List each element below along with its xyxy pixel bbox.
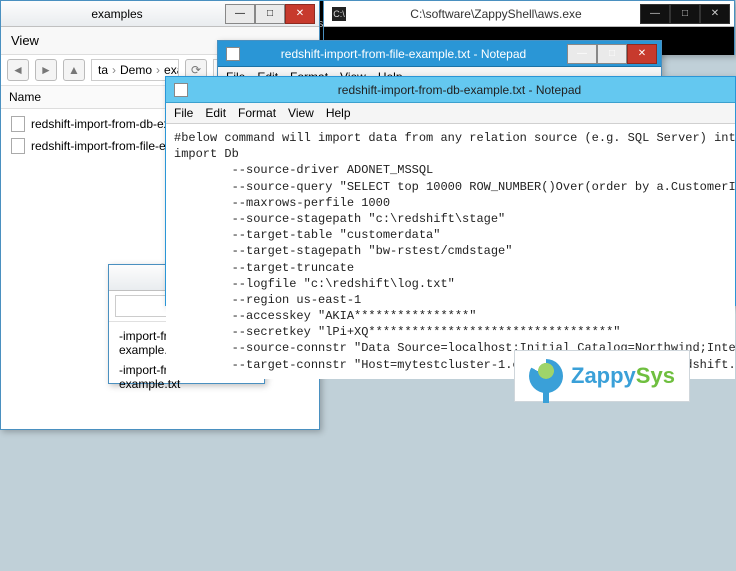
notepad-file-title: redshift-import-from-file-example.txt - … bbox=[240, 47, 567, 61]
notepad-icon bbox=[226, 47, 240, 61]
chevron-icon: › bbox=[112, 63, 116, 77]
explorer1-title: examples bbox=[9, 7, 225, 21]
chevron-icon: › bbox=[156, 63, 160, 77]
logo-text-sys: Sys bbox=[636, 363, 675, 388]
maximize-button[interactable]: □ bbox=[597, 44, 627, 64]
explorer1-titlebar[interactable]: examples — □ ✕ bbox=[1, 1, 319, 27]
minimize-button[interactable]: — bbox=[640, 4, 670, 24]
menu-file[interactable]: File bbox=[174, 106, 193, 120]
text-file-icon bbox=[11, 116, 25, 132]
close-button[interactable]: ✕ bbox=[627, 44, 657, 64]
menu-help[interactable]: Help bbox=[326, 106, 351, 120]
notepad-file-window: redshift-import-from-file-example.txt - … bbox=[217, 40, 662, 76]
aws-exe-title: C:\software\ZappyShell\aws.exe bbox=[352, 7, 640, 21]
nav-back-button[interactable]: ◄ bbox=[7, 59, 29, 81]
notepad-db-textarea[interactable]: #below command will import data from any… bbox=[166, 124, 735, 379]
breadcrumb-seg[interactable]: Demo bbox=[120, 63, 152, 77]
maximize-button[interactable]: □ bbox=[670, 4, 700, 24]
breadcrumb-seg[interactable]: examples bbox=[164, 63, 179, 77]
notepad-file-titlebar[interactable]: redshift-import-from-file-example.txt - … bbox=[218, 41, 661, 67]
notepad-db-menubar: File Edit Format View Help bbox=[166, 103, 735, 124]
notepad-icon bbox=[174, 83, 188, 97]
zappysys-logo-icon bbox=[529, 359, 563, 393]
logo-text-zappy: Zappy bbox=[571, 363, 636, 388]
menu-view[interactable]: View bbox=[288, 106, 314, 120]
minimize-button[interactable]: — bbox=[225, 4, 255, 24]
zappysys-logo-text: ZappySys bbox=[571, 363, 675, 389]
notepad-db-title: redshift-import-from-db-example.txt - No… bbox=[188, 83, 731, 97]
zappysys-logo: ZappySys bbox=[514, 350, 690, 402]
close-button[interactable]: ✕ bbox=[285, 4, 315, 24]
console-icon: C:\ bbox=[332, 7, 346, 21]
maximize-button[interactable]: □ bbox=[255, 4, 285, 24]
nav-up-button[interactable]: ▲ bbox=[63, 59, 85, 81]
nav-forward-button[interactable]: ► bbox=[35, 59, 57, 81]
close-button[interactable]: ✕ bbox=[700, 4, 730, 24]
menu-format[interactable]: Format bbox=[238, 106, 276, 120]
minimize-button[interactable]: — bbox=[567, 44, 597, 64]
aws-exe-titlebar[interactable]: C:\ C:\software\ZappyShell\aws.exe — □ ✕ bbox=[324, 1, 734, 27]
text-file-icon bbox=[11, 138, 25, 154]
notepad-db-titlebar[interactable]: redshift-import-from-db-example.txt - No… bbox=[166, 77, 735, 103]
breadcrumb-seg[interactable]: ta bbox=[98, 63, 108, 77]
notepad-db-window: redshift-import-from-db-example.txt - No… bbox=[165, 76, 736, 306]
menu-edit[interactable]: Edit bbox=[205, 106, 226, 120]
